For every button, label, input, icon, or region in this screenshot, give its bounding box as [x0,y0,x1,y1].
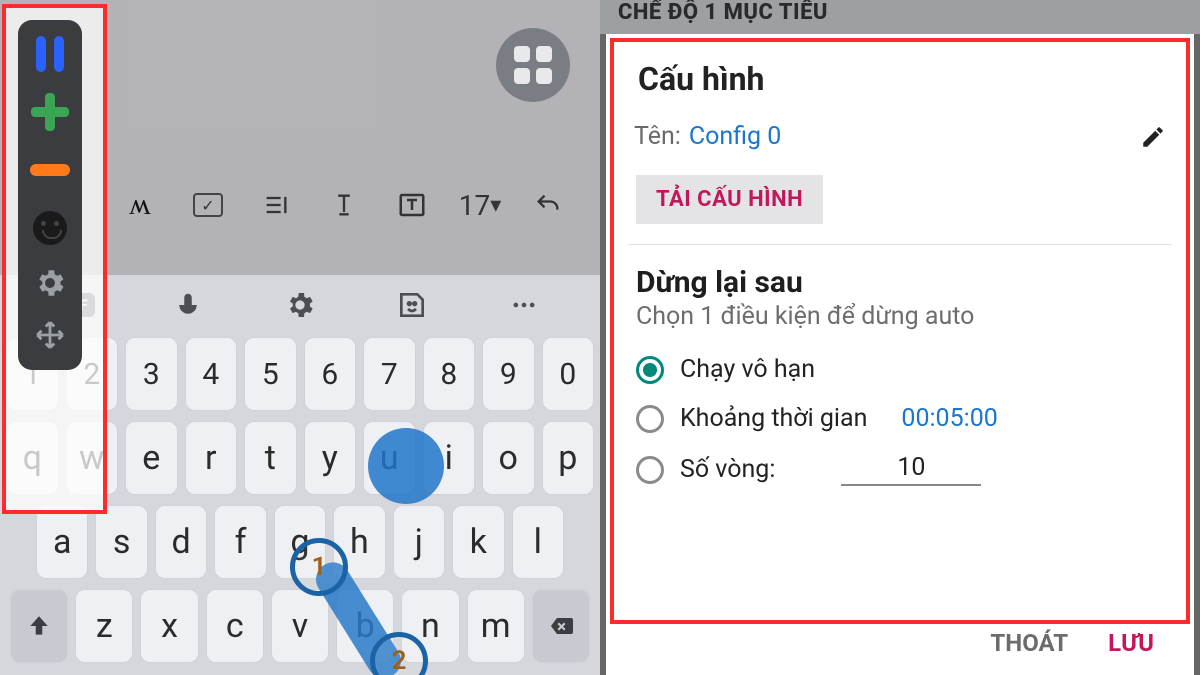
key-g[interactable]: g [274,505,326,579]
keyboard-settings-icon[interactable] [277,282,323,328]
auto-click-toolbar[interactable] [18,20,82,370]
key-3[interactable]: 3 [125,337,178,411]
pause-icon[interactable] [30,34,70,74]
key-a[interactable]: a [36,505,88,579]
key-4[interactable]: 4 [185,337,238,411]
key-o[interactable]: o [482,421,535,495]
mic-icon[interactable] [165,282,211,328]
key-z[interactable]: z [75,589,133,663]
sticker-icon[interactable] [389,282,435,328]
load-config-button[interactable]: TẢI CẤU HÌNH [636,175,823,224]
key-r[interactable]: r [185,421,238,495]
dialog-footer: THOÁT LƯU [606,613,1194,675]
settings-icon[interactable] [33,266,67,300]
emoji-icon[interactable] [30,208,70,248]
key-n[interactable]: n [401,589,459,663]
stop-section-title: Dừng lại sau [606,259,1194,300]
loop-count-input[interactable]: 10 [841,453,981,486]
key-5[interactable]: 5 [244,337,297,411]
key-k[interactable]: k [452,505,504,579]
key-f[interactable]: f [214,505,266,579]
option-duration-label: Khoảng thời gian [680,404,867,433]
swipe-action-icon[interactable] [30,150,70,190]
background-header: CHẾ ĐỘ 1 MỤC TIÊU [600,0,1200,34]
name-value[interactable]: Config 0 [689,122,781,151]
divider [628,244,1172,245]
key-u[interactable]: u [363,421,416,495]
qwerty-row-2: asdfghjkl [6,505,594,579]
key-c[interactable]: c [206,589,264,663]
app-grid-button[interactable] [496,28,570,102]
name-label: Tên: [634,122,681,151]
move-handle-icon[interactable] [33,318,67,352]
key-m[interactable]: m [467,589,525,663]
key-y[interactable]: y [304,421,357,495]
key-x[interactable]: x [140,589,198,663]
left-screenshot: ʍ ✓ 17▾ GIF [0,0,600,675]
duration-value[interactable]: 00:05:00 [901,404,997,433]
radio-icon[interactable] [636,405,664,433]
option-loop[interactable]: Số vòng: 10 [606,443,1194,496]
option-infinite[interactable]: Chạy vô hạn [606,345,1194,394]
key-j[interactable]: j [393,505,445,579]
key-p[interactable]: p [542,421,595,495]
save-button[interactable]: LƯU [1108,629,1154,657]
backspace-key[interactable] [532,589,590,663]
key-7[interactable]: 7 [363,337,416,411]
option-duration[interactable]: Khoảng thời gian 00:05:00 [606,394,1194,443]
add-target-icon[interactable] [30,92,70,132]
option-infinite-label: Chạy vô hạn [680,355,815,384]
cancel-button[interactable]: THOÁT [990,629,1068,657]
edit-icon[interactable] [1140,124,1166,150]
option-loop-label: Số vòng: [680,455,775,484]
key-b[interactable]: b [336,589,394,663]
key-t[interactable]: t [244,421,297,495]
shift-key[interactable] [10,589,68,663]
key-9[interactable]: 9 [482,337,535,411]
key-0[interactable]: 0 [542,337,595,411]
key-d[interactable]: d [155,505,207,579]
config-name-row: Tên: Config 0 [606,106,1194,157]
dialog-title: Cấu hình [606,34,1194,106]
key-8[interactable]: 8 [423,337,476,411]
key-6[interactable]: 6 [304,337,357,411]
config-dialog: Cấu hình Tên: Config 0 TẢI CẤU HÌNH Dừng… [606,34,1194,675]
checklist-icon[interactable]: ✓ [186,183,230,227]
grid-icon [514,46,552,84]
key-s[interactable]: s [95,505,147,579]
qwerty-row-3: zxcvbnm [6,589,594,663]
right-screenshot: CHẾ ĐỘ 1 MỤC TIÊU Cấu hình Tên: Config 0… [600,0,1200,675]
text-box-icon[interactable] [390,183,434,227]
key-v[interactable]: v [271,589,329,663]
format-toolbar: ʍ ✓ 17▾ [100,176,588,234]
radio-icon[interactable] [636,456,664,484]
app-logo-icon: ʍ [118,183,162,227]
key-l[interactable]: l [512,505,564,579]
key-h[interactable]: h [333,505,385,579]
stop-section-subtitle: Chọn 1 điều kiện để dừng auto [606,300,1194,345]
font-size-display[interactable]: 17▾ [458,183,502,227]
radio-selected-icon[interactable] [636,356,664,384]
key-e[interactable]: e [125,421,178,495]
text-format-icon[interactable] [322,183,366,227]
undo-icon[interactable] [526,183,570,227]
more-icon[interactable] [501,282,547,328]
line-spacing-icon[interactable] [254,183,298,227]
key-i[interactable]: i [423,421,476,495]
